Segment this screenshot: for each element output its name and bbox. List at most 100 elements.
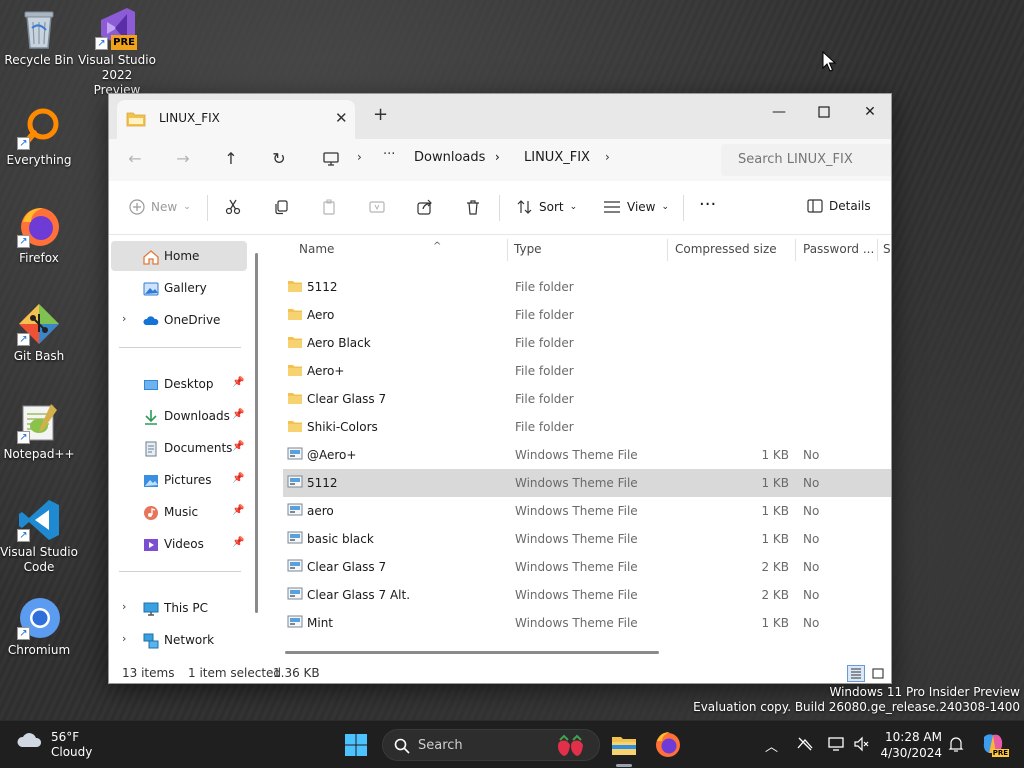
sort-button[interactable]: Sort ⌄ bbox=[517, 199, 577, 215]
sidebar-item-desktop[interactable]: Desktop 📌 bbox=[111, 369, 247, 399]
sidebar-item-music[interactable]: Music 📌 bbox=[111, 497, 247, 527]
sidebar-item-onedrive[interactable]: › OneDrive bbox=[111, 305, 247, 335]
taskbar-file-explorer[interactable] bbox=[606, 727, 642, 767]
search-input[interactable] bbox=[738, 152, 888, 167]
new-tab-button[interactable]: + bbox=[373, 104, 388, 125]
taskbar-search-box[interactable]: Search bbox=[382, 729, 600, 761]
new-button[interactable]: New ⌄ bbox=[129, 199, 191, 215]
breadcrumb-downloads[interactable]: Downloads bbox=[414, 150, 485, 165]
close-tab-button[interactable]: ✕ bbox=[335, 109, 348, 127]
rename-button[interactable] bbox=[369, 199, 385, 215]
display-icon[interactable] bbox=[827, 736, 845, 752]
file-row[interactable]: Clear Glass 7 File folder bbox=[283, 385, 891, 413]
horizontal-scrollbar[interactable] bbox=[285, 651, 659, 654]
file-row[interactable]: aero Windows Theme File 1 KB No bbox=[283, 497, 891, 525]
gallery-icon bbox=[143, 282, 159, 296]
refresh-button[interactable]: ↻ bbox=[267, 149, 291, 168]
details-pane-button[interactable]: Details bbox=[807, 199, 871, 213]
file-row[interactable]: @Aero+ Windows Theme File 1 KB No bbox=[283, 441, 891, 469]
sidebar-item-pictures[interactable]: Pictures 📌 bbox=[111, 465, 247, 495]
chromium-icon: ↗ bbox=[17, 596, 61, 640]
desktop-icon-everything[interactable]: ↗ Everything bbox=[0, 106, 78, 168]
desktop-icon-chromium[interactable]: ↗ Chromium bbox=[0, 596, 78, 658]
pin-icon[interactable]: 📌 bbox=[232, 377, 244, 388]
pin-icon[interactable]: 📌 bbox=[232, 505, 244, 516]
column-header-size[interactable]: Si bbox=[883, 235, 891, 265]
column-divider[interactable] bbox=[795, 239, 796, 261]
start-button[interactable] bbox=[338, 727, 374, 763]
copilot-preview-icon[interactable]: PRE bbox=[980, 731, 1009, 757]
column-divider[interactable] bbox=[877, 239, 878, 261]
file-row[interactable]: Shiki-Colors File folder bbox=[283, 413, 891, 441]
this-pc-monitor-icon[interactable] bbox=[323, 151, 339, 167]
chevron-right-icon[interactable]: › bbox=[122, 632, 126, 645]
close-window-button[interactable]: ✕ bbox=[850, 99, 890, 125]
column-header-type[interactable]: Type bbox=[514, 235, 664, 265]
taskbar: 56°F Cloudy Search ︿ 10:28 AM 4/30/2024 … bbox=[0, 720, 1024, 768]
column-divider[interactable] bbox=[667, 239, 668, 261]
pin-icon[interactable]: 📌 bbox=[232, 473, 244, 484]
file-row[interactable]: Clear Glass 7 Windows Theme File 2 KB No bbox=[283, 553, 891, 581]
volume-muted-icon[interactable] bbox=[853, 736, 871, 752]
back-button[interactable]: ← bbox=[123, 149, 147, 168]
chevron-right-icon[interactable]: › bbox=[122, 600, 126, 613]
chevron-right-icon[interactable]: › bbox=[122, 312, 126, 325]
file-row[interactable]: 5112 Windows Theme File 1 KB No bbox=[283, 469, 891, 497]
desktop-icon-visual-studio-2022-preview[interactable]: PRE ↗ Visual Studio 2022 Preview bbox=[78, 6, 156, 98]
sidebar-item-documents[interactable]: Documents 📌 bbox=[111, 433, 247, 463]
see-more-button[interactable]: ··· bbox=[699, 194, 716, 215]
pin-icon[interactable]: 📌 bbox=[232, 409, 244, 420]
view-button[interactable]: View ⌄ bbox=[603, 199, 669, 215]
file-row[interactable]: basic black Windows Theme File 1 KB No bbox=[283, 525, 891, 553]
column-divider[interactable] bbox=[507, 239, 508, 261]
system-clock[interactable]: 10:28 AM 4/30/2024 bbox=[880, 729, 942, 761]
column-header-compressed-size[interactable]: Compressed size bbox=[675, 235, 795, 265]
column-header-name[interactable]: ^ Name bbox=[299, 235, 507, 265]
up-button[interactable]: ↑ bbox=[219, 149, 243, 168]
desktop-icon-visual-studio-code[interactable]: ↗ Visual Studio Code bbox=[0, 498, 78, 575]
sidebar-item-downloads[interactable]: Downloads 📌 bbox=[111, 401, 247, 431]
maximize-button[interactable] bbox=[804, 99, 844, 125]
chevron-right-icon[interactable]: › bbox=[495, 150, 500, 164]
sidebar-scrollbar[interactable] bbox=[255, 253, 258, 613]
large-icons-view-toggle[interactable] bbox=[869, 665, 887, 682]
column-header-password[interactable]: Password ... bbox=[803, 235, 877, 265]
sidebar-item-gallery[interactable]: Gallery bbox=[111, 273, 247, 303]
desktop-icon-notepad-plus-plus[interactable]: ↗ Notepad++ bbox=[0, 400, 78, 462]
forward-button[interactable]: → bbox=[171, 149, 195, 168]
more-locations-button[interactable]: ··· bbox=[383, 147, 395, 162]
sidebar-item-this-pc[interactable]: › This PC bbox=[111, 593, 247, 623]
sort-ascending-icon: ^ bbox=[433, 241, 442, 252]
share-button[interactable] bbox=[417, 199, 433, 215]
sidebar-item-home[interactable]: Home bbox=[111, 241, 247, 271]
file-row[interactable]: Aero File folder bbox=[283, 301, 891, 329]
file-row[interactable]: Aero+ File folder bbox=[283, 357, 891, 385]
pin-icon[interactable]: 📌 bbox=[232, 537, 244, 548]
network-disconnected-icon[interactable] bbox=[796, 736, 814, 752]
sidebar-item-videos[interactable]: Videos 📌 bbox=[111, 529, 247, 559]
file-row[interactable]: Mint Windows Theme File 1 KB No bbox=[283, 609, 891, 637]
chevron-right-icon[interactable]: › bbox=[605, 150, 610, 164]
file-row[interactable]: Clear Glass 7 Alt. Windows Theme File 2 KB… bbox=[283, 581, 891, 609]
chevron-right-icon[interactable]: › bbox=[357, 150, 362, 164]
pin-icon[interactable]: 📌 bbox=[232, 441, 244, 452]
details-view-toggle[interactable] bbox=[847, 665, 865, 682]
tab-linux-fix[interactable]: LINUX_FIX ✕ bbox=[117, 100, 355, 139]
weather-widget[interactable]: 56°F Cloudy bbox=[16, 729, 92, 759]
paste-button[interactable] bbox=[321, 199, 337, 215]
taskbar-firefox[interactable] bbox=[650, 727, 686, 763]
delete-button[interactable] bbox=[465, 199, 481, 215]
desktop-icon-recycle-bin[interactable]: Recycle Bin bbox=[0, 6, 78, 68]
breadcrumb-linux-fix[interactable]: LINUX_FIX bbox=[524, 150, 590, 165]
file-row[interactable]: Aero Black File folder bbox=[283, 329, 891, 357]
search-box[interactable] bbox=[721, 144, 891, 176]
file-row[interactable]: 5112 File folder bbox=[283, 273, 891, 301]
notification-bell-icon[interactable] bbox=[948, 736, 964, 753]
desktop-icon-git-bash[interactable]: ↗ Git Bash bbox=[0, 302, 78, 364]
show-hidden-icons-chevron-icon[interactable]: ︿ bbox=[765, 736, 778, 755]
cut-button[interactable] bbox=[225, 199, 241, 215]
desktop-icon-firefox[interactable]: ↗ Firefox bbox=[0, 204, 78, 266]
sidebar-item-network[interactable]: › Network bbox=[111, 625, 247, 655]
copy-button[interactable] bbox=[273, 199, 289, 215]
minimize-button[interactable]: — bbox=[759, 99, 799, 125]
